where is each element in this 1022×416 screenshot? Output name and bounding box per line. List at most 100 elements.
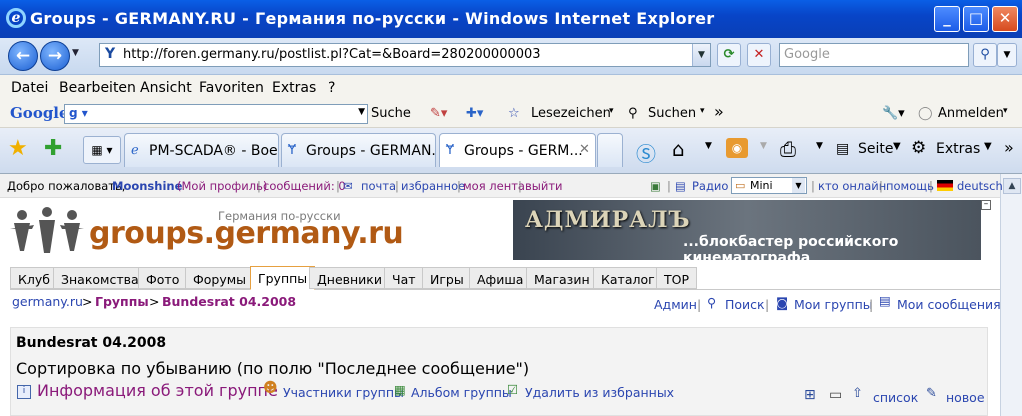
nav-tab-groups[interactable]: Группы bbox=[250, 266, 316, 290]
menu-extras[interactable]: Extras bbox=[272, 80, 316, 96]
nav-tab-club[interactable]: Клуб bbox=[10, 267, 58, 289]
home-icon[interactable]: ⌂ bbox=[672, 137, 685, 161]
page-menu-button[interactable]: Seite bbox=[858, 141, 894, 157]
help-link[interactable]: помощь bbox=[886, 179, 934, 193]
logout-link[interactable]: выйти bbox=[525, 179, 563, 193]
nav-tab-games[interactable]: Игры bbox=[422, 267, 472, 289]
search-icon[interactable]: ⚲ bbox=[973, 43, 997, 67]
members-link[interactable]: Участники группы bbox=[283, 385, 404, 400]
find-icon: ⚲ bbox=[628, 106, 638, 121]
login-dropdown-icon[interactable]: ▾ bbox=[1003, 106, 1008, 116]
bookmarks-button[interactable]: Lesezeichen bbox=[531, 106, 611, 121]
home-dropdown-icon[interactable]: ▼ bbox=[705, 141, 712, 151]
minimize-button[interactable]: _ bbox=[934, 6, 960, 32]
add-icon[interactable]: ✚▾ bbox=[466, 106, 483, 121]
print-icon[interactable]: ⎙ bbox=[780, 137, 796, 161]
feed-dropdown-icon[interactable]: ▼ bbox=[760, 141, 767, 151]
tab-groups-active[interactable]: Ɏ Groups - GERM... ✕ bbox=[439, 133, 596, 167]
nav-tab-shop[interactable]: Магазин bbox=[526, 267, 598, 289]
stop-button[interactable]: ✕ bbox=[747, 43, 771, 67]
favorites-link[interactable]: избранное bbox=[401, 179, 465, 193]
google-dropdown-icon[interactable]: ▼ bbox=[358, 107, 365, 117]
search-input[interactable]: Google bbox=[779, 43, 969, 67]
tools-menu-button[interactable]: Extras bbox=[936, 141, 980, 157]
breadcrumb-groups[interactable]: Группы bbox=[95, 294, 149, 309]
radio-link[interactable]: Радио bbox=[692, 179, 728, 193]
my-groups-link[interactable]: Мои группы bbox=[794, 297, 873, 312]
menu-help[interactable]: ? bbox=[328, 80, 335, 96]
google-search-button[interactable]: Suche bbox=[371, 106, 411, 121]
bookmarks-dropdown-icon[interactable]: ▾ bbox=[609, 106, 614, 116]
breadcrumb-home[interactable]: germany.ru bbox=[12, 294, 83, 309]
nav-tab-top[interactable]: TOP bbox=[656, 267, 698, 289]
messages-link[interactable]: сообщений: 0 bbox=[263, 179, 346, 193]
info-icon: i bbox=[17, 383, 34, 399]
admiral-banner[interactable]: АДМИРАЛЪ ...блокбастер российского кинем… bbox=[513, 200, 981, 260]
admin-link[interactable]: Админ bbox=[654, 297, 697, 312]
login-button[interactable]: Anmelden bbox=[938, 106, 1004, 121]
remove-favorite-link[interactable]: Удалить из избранных bbox=[525, 385, 674, 400]
nav-tab-chat[interactable]: Чат bbox=[384, 267, 424, 289]
language-link[interactable]: deutsch bbox=[957, 179, 1003, 193]
page-dropdown-icon[interactable]: ▼ bbox=[893, 141, 901, 152]
select-dropdown-icon[interactable]: ▼ bbox=[792, 178, 805, 193]
scroll-up-icon[interactable]: ▲ bbox=[1003, 178, 1021, 194]
maximize-button[interactable]: □ bbox=[963, 6, 989, 32]
add-favorite-icon[interactable]: ✚ bbox=[44, 136, 62, 161]
print-dropdown-icon[interactable]: ▼ bbox=[816, 141, 823, 151]
nav-tab-catalog[interactable]: Каталог bbox=[593, 267, 663, 289]
online-link[interactable]: кто онлайн bbox=[818, 179, 886, 193]
expand-icon[interactable]: ⊞ bbox=[804, 387, 816, 403]
mail-link[interactable]: почта bbox=[361, 179, 396, 193]
profile-link[interactable]: (Мой профиль) bbox=[177, 179, 267, 193]
commands-more-button[interactable]: » bbox=[1004, 138, 1014, 157]
tab-close-icon[interactable]: ✕ bbox=[579, 142, 590, 157]
favorites-star-icon[interactable]: ★ bbox=[8, 136, 28, 161]
address-field[interactable]: Y http://foren.germany.ru/postlist.pl?Ca… bbox=[99, 43, 711, 67]
breadcrumb-current[interactable]: Bundesrat 04.2008 bbox=[162, 294, 296, 309]
list-link[interactable]: список bbox=[873, 390, 918, 405]
nav-tab-photo[interactable]: Фото bbox=[138, 267, 188, 289]
refresh-button[interactable]: ⟳ bbox=[717, 43, 741, 67]
new-tab-button[interactable] bbox=[597, 133, 623, 167]
quick-tabs-icon[interactable]: ▦ ▾ bbox=[83, 136, 121, 164]
highlight-icon[interactable]: ✎▾ bbox=[430, 106, 447, 121]
menu-ansicht[interactable]: Ansicht bbox=[140, 80, 192, 96]
album-link[interactable]: Альбом группы bbox=[411, 385, 512, 400]
search-options-icon[interactable]: ▼ bbox=[997, 43, 1017, 67]
history-dropdown-icon[interactable]: ▼ bbox=[72, 48, 79, 58]
find-button[interactable]: Suchen bbox=[648, 106, 696, 121]
find-dropdown-icon[interactable]: ▾ bbox=[700, 106, 705, 116]
vertical-scrollbar[interactable]: ▲ bbox=[1000, 174, 1022, 416]
player-mode-select[interactable]: ▭ Mini ▼ bbox=[731, 177, 807, 194]
tab-groups-1[interactable]: Ɏ Groups - GERMAN... bbox=[281, 133, 436, 167]
menu-favoriten[interactable]: Favoriten bbox=[199, 80, 264, 96]
wrench-icon[interactable]: 🔧▾ bbox=[882, 106, 905, 121]
banner-close-icon[interactable]: – bbox=[981, 200, 991, 210]
new-post-link[interactable]: новое bbox=[946, 390, 985, 405]
collapse-icon[interactable]: ▭ bbox=[829, 387, 842, 403]
nav-tab-dating[interactable]: Знакомства bbox=[53, 267, 147, 289]
google-more-button[interactable]: » bbox=[714, 102, 724, 121]
my-messages-link[interactable]: Мои сообщения bbox=[897, 297, 1001, 312]
google-search-field[interactable]: g ▾ ▼ bbox=[64, 104, 368, 124]
skype-icon[interactable]: Ⓢ bbox=[636, 138, 656, 167]
site-logo-icon[interactable] bbox=[10, 207, 84, 259]
close-button[interactable]: ✕ bbox=[992, 6, 1018, 32]
rss-feed-icon[interactable]: ◉ bbox=[726, 138, 748, 158]
nav-tab-diaries[interactable]: Дневники bbox=[309, 267, 390, 289]
feed-link[interactable]: моя лента bbox=[463, 179, 525, 193]
forward-button[interactable]: → bbox=[40, 41, 70, 71]
back-button[interactable]: ← bbox=[8, 41, 38, 71]
search-link[interactable]: Поиск bbox=[725, 297, 765, 312]
nav-tab-forums[interactable]: Форумы bbox=[185, 267, 255, 289]
tab-pm-scada[interactable]: ℯ PM-SCADA® - Boe... bbox=[124, 133, 279, 167]
group-info-link[interactable]: Информация об этой группе bbox=[37, 381, 278, 400]
username-link[interactable]: Moonshine bbox=[112, 179, 182, 193]
site-logo-text[interactable]: groups.germany.ru bbox=[89, 216, 404, 251]
tools-dropdown-icon[interactable]: ▼ bbox=[984, 141, 992, 152]
menu-datei[interactable]: Datei bbox=[11, 80, 48, 96]
menu-bearbeiten[interactable]: Bearbeiten bbox=[59, 80, 136, 96]
address-dropdown-icon[interactable]: ▼ bbox=[692, 44, 710, 66]
nav-tab-events[interactable]: Афиша bbox=[469, 267, 532, 289]
